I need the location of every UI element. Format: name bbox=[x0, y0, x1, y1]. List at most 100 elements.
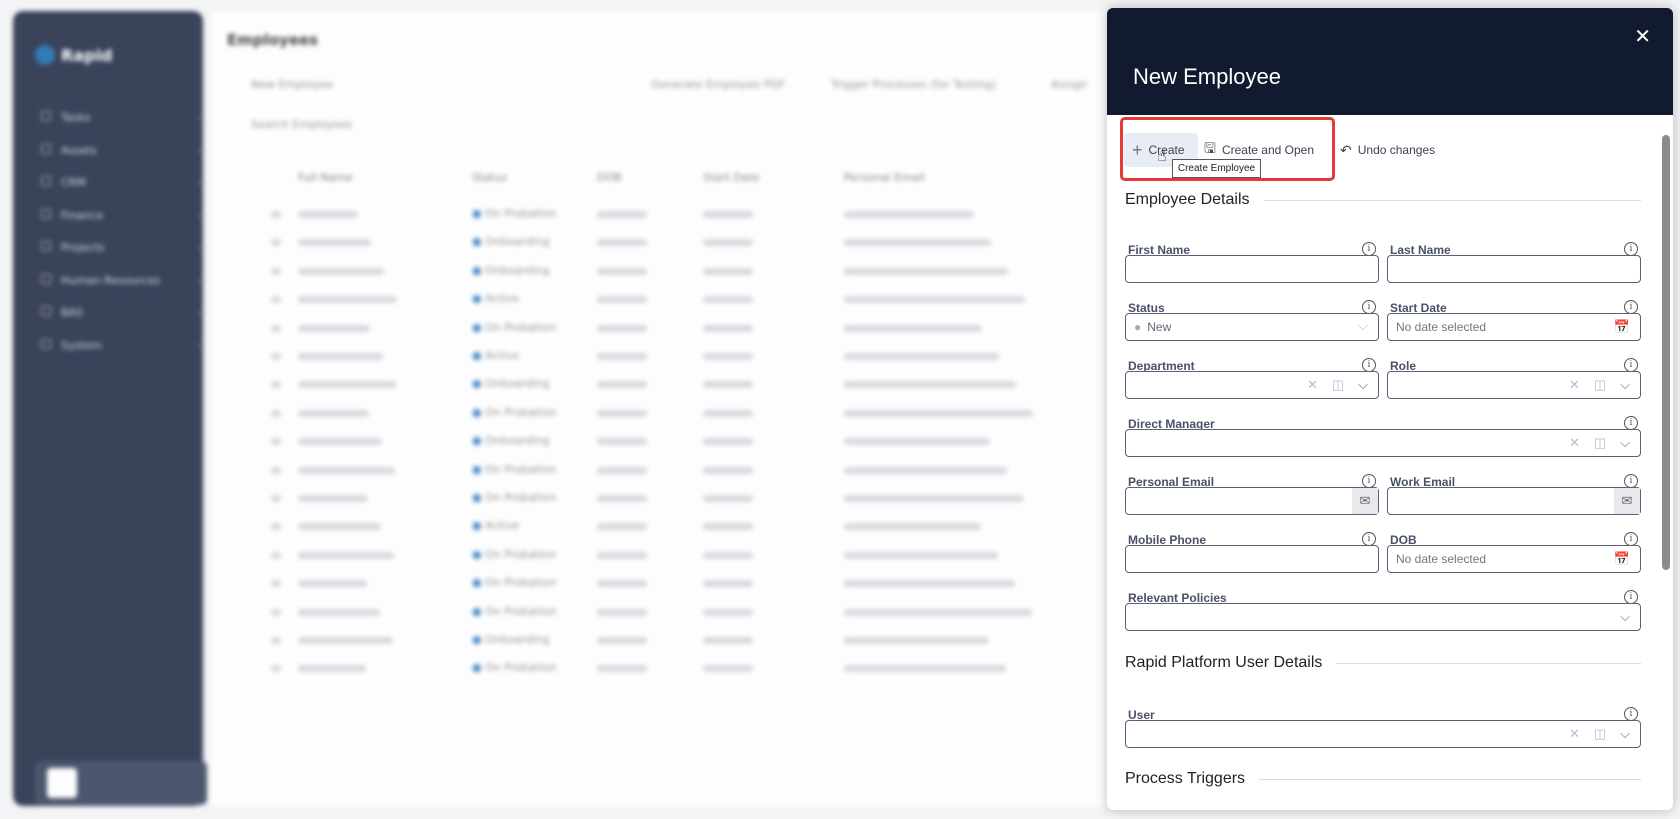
col-personal-email[interactable]: Personal Email bbox=[844, 171, 925, 184]
user-button[interactable] bbox=[105, 768, 135, 798]
settings-button[interactable] bbox=[163, 768, 193, 798]
edit-icon[interactable] bbox=[271, 523, 281, 531]
sidebar-item[interactable]: System › bbox=[41, 338, 201, 352]
info-icon[interactable]: i bbox=[1624, 358, 1638, 372]
email-cell bbox=[844, 353, 999, 360]
dob-cell bbox=[597, 608, 647, 616]
name-cell bbox=[298, 409, 369, 417]
sidebar-item[interactable]: Finance › bbox=[41, 208, 201, 222]
close-icon[interactable]: ✕ bbox=[1634, 24, 1651, 48]
assign-button[interactable]: Assign bbox=[1051, 78, 1087, 91]
sidebar-item[interactable]: BAS › bbox=[41, 306, 201, 319]
status-cell: ● Active bbox=[472, 519, 520, 533]
col-start-date[interactable]: Start Date bbox=[703, 171, 760, 184]
email-cell bbox=[844, 239, 991, 247]
dob-cell bbox=[597, 466, 647, 474]
menu-icon bbox=[41, 338, 51, 349]
col-full-name[interactable]: Full Name bbox=[298, 171, 353, 184]
start_date-input[interactable]: No date selected 📅 bbox=[1387, 313, 1641, 341]
status-cell: ● Onboarding bbox=[472, 377, 550, 391]
home-button[interactable] bbox=[47, 768, 77, 798]
edit-icon[interactable] bbox=[271, 438, 281, 446]
manager-input[interactable]: ✕ ◫ ⌵ bbox=[1125, 429, 1641, 457]
personal_email-input[interactable]: ✉ bbox=[1125, 487, 1379, 515]
edit-icon[interactable] bbox=[271, 353, 281, 360]
edit-icon[interactable] bbox=[271, 551, 281, 559]
dob-cell bbox=[597, 381, 647, 389]
mobile-input[interactable] bbox=[1125, 545, 1379, 573]
info-icon[interactable]: i bbox=[1624, 707, 1638, 721]
edit-icon[interactable] bbox=[271, 239, 281, 247]
info-icon[interactable]: i bbox=[1624, 474, 1638, 488]
status-cell: ● On Probation bbox=[472, 320, 557, 334]
name-cell bbox=[298, 665, 366, 673]
logo: Rapid bbox=[35, 45, 113, 65]
edit-icon[interactable] bbox=[271, 211, 281, 218]
calendar-icon: 📅 bbox=[1613, 319, 1630, 334]
info-icon[interactable]: i bbox=[1624, 242, 1638, 256]
new-employee-button[interactable]: New Employee bbox=[251, 78, 333, 91]
sidebar-item[interactable]: Tasks › bbox=[41, 111, 201, 124]
edit-icon[interactable] bbox=[271, 381, 281, 389]
info-icon[interactable]: i bbox=[1624, 300, 1638, 314]
info-icon[interactable]: i bbox=[1362, 242, 1376, 256]
col-dob[interactable]: DOB bbox=[597, 171, 622, 184]
edit-icon[interactable] bbox=[271, 324, 281, 332]
section-process-triggers: Process Triggers bbox=[1125, 770, 1641, 788]
start-date-cell bbox=[703, 665, 753, 673]
scrollbar[interactable] bbox=[1662, 135, 1670, 570]
info-icon[interactable]: i bbox=[1624, 416, 1638, 430]
edit-icon[interactable] bbox=[271, 637, 281, 644]
department-input[interactable]: ✕ ◫ ⌵ bbox=[1125, 371, 1379, 399]
info-icon[interactable]: i bbox=[1624, 532, 1638, 546]
mail-icon[interactable]: ✉ bbox=[1614, 488, 1640, 514]
start-date-cell bbox=[703, 523, 753, 531]
edit-icon[interactable] bbox=[271, 495, 281, 502]
trigger-processes-button[interactable]: Trigger Processes (for Testing) bbox=[831, 78, 996, 91]
role-input[interactable]: ✕ ◫ ⌵ bbox=[1387, 371, 1641, 399]
undo-changes-button[interactable]: ↶ Undo changes bbox=[1340, 133, 1435, 167]
email-cell bbox=[844, 211, 974, 218]
sidebar-item[interactable]: Assets › bbox=[41, 143, 201, 157]
user-input[interactable]: ✕ ◫ ⌵ bbox=[1125, 720, 1641, 748]
sidebar-item[interactable]: CRM › bbox=[41, 176, 201, 189]
start-date-cell bbox=[703, 353, 753, 360]
section-user-details: Rapid Platform User Details bbox=[1125, 654, 1641, 672]
edit-icon[interactable] bbox=[271, 580, 281, 588]
name-cell bbox=[298, 637, 393, 644]
status-input[interactable]: ● New ⌵ bbox=[1125, 313, 1379, 341]
search-input[interactable]: Search Employees bbox=[251, 118, 353, 131]
start-date-cell bbox=[703, 296, 753, 304]
mail-icon[interactable]: ✉ bbox=[1352, 488, 1378, 514]
last_name-input[interactable] bbox=[1387, 255, 1641, 283]
status-cell: ● Active bbox=[472, 349, 520, 362]
first_name-input[interactable] bbox=[1125, 255, 1379, 283]
sidebar-item[interactable]: Projects › bbox=[41, 241, 201, 254]
edit-icon[interactable] bbox=[271, 466, 281, 474]
start-date-cell bbox=[703, 267, 753, 275]
edit-icon[interactable] bbox=[271, 608, 281, 616]
info-icon[interactable]: i bbox=[1362, 474, 1376, 488]
chevron-right-icon: › bbox=[196, 208, 201, 222]
edit-icon[interactable] bbox=[271, 296, 281, 304]
edit-icon[interactable] bbox=[271, 665, 281, 673]
policies-input[interactable]: ⌵ bbox=[1125, 603, 1641, 631]
info-icon[interactable]: i bbox=[1362, 300, 1376, 314]
work_email-input[interactable]: ✉ bbox=[1387, 487, 1641, 515]
status-cell: ● Onboarding bbox=[472, 235, 550, 249]
edit-icon[interactable] bbox=[271, 409, 281, 417]
dob-input[interactable]: No date selected 📅 bbox=[1387, 545, 1641, 573]
email-cell bbox=[844, 438, 990, 446]
edit-icon[interactable] bbox=[271, 267, 281, 275]
status-cell: ● Onboarding bbox=[472, 434, 550, 448]
info-icon[interactable]: i bbox=[1362, 358, 1376, 372]
info-icon[interactable]: i bbox=[1362, 532, 1376, 546]
generate-pdf-button[interactable]: Generate Employee PDF bbox=[651, 78, 785, 91]
info-icon[interactable]: i bbox=[1624, 590, 1638, 604]
email-cell bbox=[844, 523, 981, 531]
tooltip: Create Employee bbox=[1172, 159, 1261, 178]
status-cell: ● On Probation bbox=[472, 547, 557, 561]
dob-cell bbox=[597, 324, 647, 332]
col-status[interactable]: Status bbox=[472, 171, 507, 184]
sidebar-item[interactable]: Human Resources › bbox=[41, 273, 201, 287]
